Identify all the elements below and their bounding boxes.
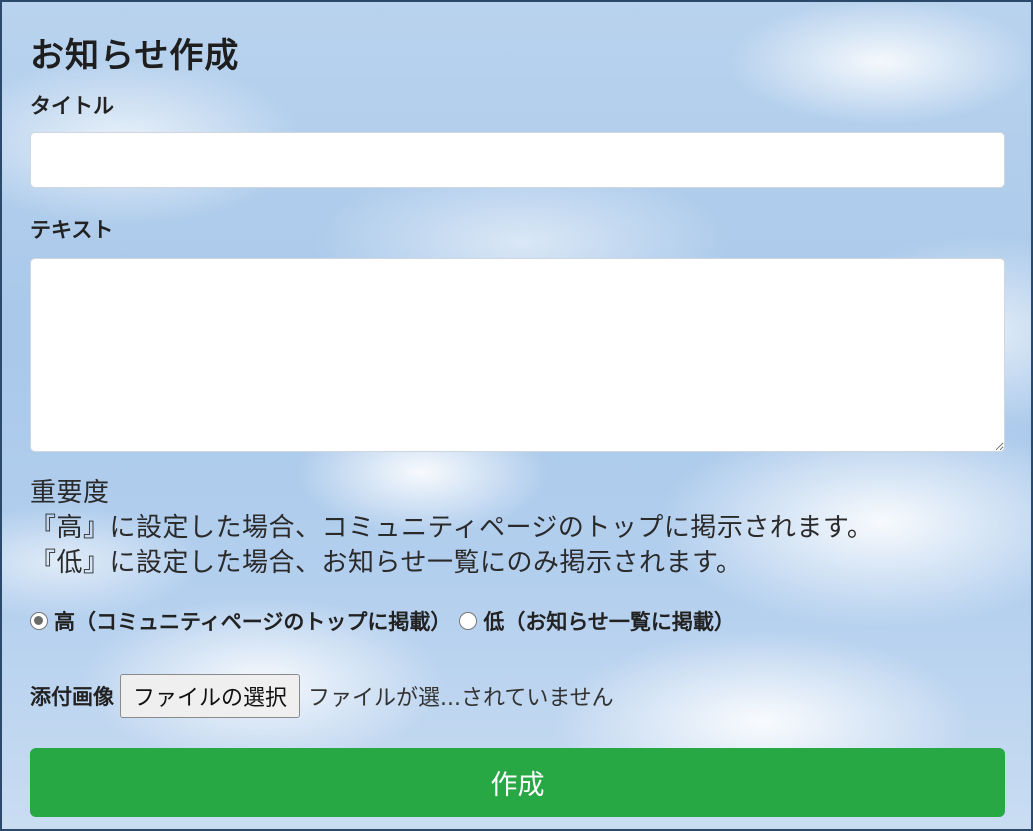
announcement-form-window: お知らせ作成 タイトル テキスト 重要度 『高』に設定した場合、コミュニティペー…	[0, 0, 1033, 831]
text-label: テキスト	[30, 218, 114, 242]
file-status-text: ファイルが選...されていません	[308, 686, 614, 711]
text-area[interactable]	[30, 258, 1005, 452]
attachment-label: 添付画像	[30, 685, 114, 709]
importance-heading: 重要度	[30, 478, 110, 508]
title-input[interactable]	[30, 132, 1005, 188]
radio-low[interactable]	[459, 612, 478, 630]
title-label: タイトル	[30, 94, 114, 118]
file-select-button[interactable]: ファイルの選択	[120, 674, 301, 718]
importance-description-low: 『低』に設定した場合、お知らせ一覧にのみ掲示されます。	[30, 548, 743, 578]
radio-option-high[interactable]: 高（コミュニティページのトップに掲載）	[30, 606, 451, 636]
radio-low-label: 低（お知らせ一覧に掲載）	[483, 610, 735, 634]
create-button[interactable]: 作成	[30, 748, 1005, 817]
page-title: お知らせ作成	[30, 36, 240, 76]
importance-section: 重要度 『高』に設定した場合、コミュニティページのトップに掲示されます。 『低』…	[30, 476, 873, 581]
radio-high-label: 高（コミュニティページのトップに掲載）	[54, 610, 452, 634]
importance-description-high: 『高』に設定した場合、コミュニティページのトップに掲示されます。	[30, 513, 874, 543]
radio-option-low[interactable]: 低（お知らせ一覧に掲載）	[459, 606, 735, 636]
attachment-row: 添付画像 ファイルの選択 ファイルが選...されていません	[30, 674, 614, 718]
radio-high[interactable]	[30, 612, 48, 630]
importance-radio-group: 高（コミュニティページのトップに掲載） 低（お知らせ一覧に掲載）	[30, 606, 743, 636]
